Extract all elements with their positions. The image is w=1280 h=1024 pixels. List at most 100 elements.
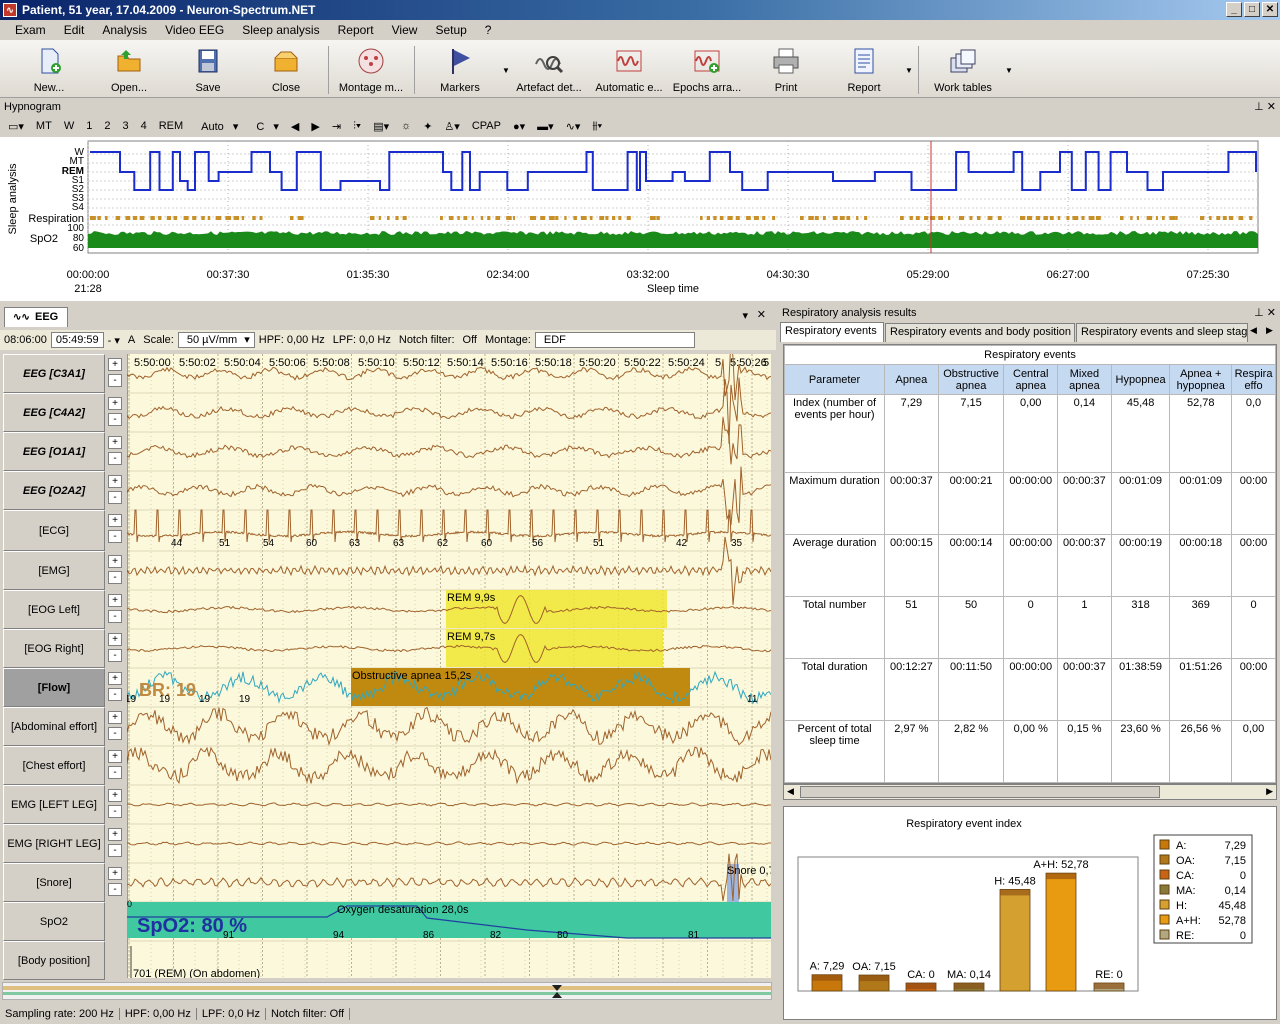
gain-decrease-button[interactable]: - (108, 452, 122, 465)
channel-label[interactable]: [EOG Right] (3, 629, 105, 668)
work-tables-dropdown[interactable]: ▼ (1005, 66, 1013, 75)
montage-select[interactable]: EDF (534, 332, 695, 348)
report-button[interactable]: Report (834, 44, 894, 94)
gain-increase-button[interactable]: + (108, 358, 122, 371)
gain-increase-button[interactable]: + (108, 789, 122, 802)
menu-video-eeg[interactable]: Video EEG (156, 23, 233, 37)
channel-label[interactable]: EEG [O2A2] (3, 471, 105, 510)
time-position-field[interactable]: 05:49:59 (50, 332, 104, 348)
gain-decrease-button[interactable]: - (108, 413, 122, 426)
markers-button[interactable]: Markers (428, 44, 492, 94)
wave-icon[interactable]: ∿▾ (566, 120, 581, 133)
menu-help[interactable]: ? (476, 23, 501, 37)
table-row[interactable]: Maximum duration 00:00:37 00:00:21 00:00:00… (784, 472, 1276, 535)
gain-increase-button[interactable]: + (108, 555, 122, 568)
gain-increase-button[interactable]: + (108, 711, 122, 724)
menu-analysis[interactable]: Analysis (93, 23, 156, 37)
table-row[interactable]: Total number 51 50 0 1 318 369 0 (784, 596, 1276, 659)
stage-button-3[interactable]: 3 (122, 120, 128, 132)
montage-button[interactable]: Montage m... (334, 44, 408, 94)
gain-increase-button[interactable]: + (108, 750, 122, 763)
hpf-value[interactable]: HPF: 0,00 Hz (255, 334, 329, 346)
eeg-tab-menu-icon[interactable]: ▾ (742, 309, 748, 322)
c-dropdown[interactable]: C ▾ (250, 120, 279, 133)
resp-pin-close-icon[interactable]: ⊥ ✕ (1254, 305, 1276, 321)
cpap-button[interactable]: CPAP (472, 120, 501, 132)
next-icon[interactable]: ▶ (311, 120, 319, 133)
stage-button-mt[interactable]: MT (36, 120, 52, 132)
close-window-button[interactable]: ✕ (1262, 2, 1278, 17)
open-button[interactable]: Open... (98, 44, 160, 94)
markers-dropdown[interactable]: ▼ (502, 66, 510, 75)
minimize-button[interactable]: _ (1226, 2, 1242, 17)
menu-edit[interactable]: Edit (55, 23, 94, 37)
bulb-icon[interactable]: ☼ (401, 120, 411, 132)
channel-label[interactable]: [EMG] (3, 551, 105, 590)
stage-button-2[interactable]: 2 (104, 120, 110, 132)
jump-icon[interactable]: ⇥ (332, 120, 341, 133)
table-row[interactable]: Average duration 00:00:15 00:00:14 00:00:00… (784, 534, 1276, 597)
menu-report[interactable]: Report (329, 23, 383, 37)
user-icon[interactable]: ♙▾ (444, 120, 459, 133)
record-navigator[interactable] (2, 982, 772, 1000)
stage-button-w[interactable]: W (64, 120, 74, 132)
gain-increase-button[interactable]: + (108, 514, 122, 527)
print-button[interactable]: Print (758, 44, 814, 94)
table-row[interactable]: Index (number of events per hour) 7,29 7,1… (784, 394, 1276, 473)
channel-label[interactable]: [Chest effort] (3, 746, 105, 785)
channel-label[interactable]: [Snore] (3, 863, 105, 902)
gain-increase-button[interactable]: + (108, 397, 122, 410)
gain-decrease-button[interactable]: - (108, 610, 122, 623)
table-row[interactable]: Total duration 00:12:27 00:11:50 00:00:00 00… (784, 658, 1276, 721)
gain-increase-button[interactable]: + (108, 475, 122, 488)
window-icon[interactable]: ▤▾ (373, 120, 389, 133)
close-button[interactable]: Close (258, 44, 314, 94)
new-button[interactable]: New... (18, 44, 80, 94)
bar-h[interactable] (999, 889, 1031, 992)
epochs-array-button[interactable]: Epochs arra... (670, 44, 744, 94)
automatic-epoch-button[interactable]: Automatic e... (592, 44, 666, 94)
scroll-thumb[interactable] (800, 786, 1160, 798)
artefact-button[interactable]: Artefact det... (512, 44, 586, 94)
report-dropdown[interactable]: ▼ (905, 66, 913, 75)
gain-increase-button[interactable]: + (108, 828, 122, 841)
view-mode-icon[interactable]: ▭▾ (8, 120, 24, 133)
gain-decrease-button[interactable]: - (108, 805, 122, 818)
channel-label[interactable]: [Abdominal effort] (3, 707, 105, 746)
color-icon[interactable]: ●▾ (513, 120, 525, 133)
tab-scroll-left-icon[interactable]: ◀ (1250, 325, 1257, 336)
work-tables-button[interactable]: Work tables (928, 44, 998, 94)
gain-increase-button[interactable]: + (108, 594, 122, 607)
channel-label[interactable]: [Flow] (3, 668, 105, 707)
channel-label[interactable]: EEG [C3A1] (3, 354, 105, 393)
tab-resp-sleep-stages[interactable]: Respiratory events and sleep stag (1076, 323, 1248, 342)
gain-decrease-button[interactable]: - (108, 688, 122, 701)
gain-increase-button[interactable]: + (108, 867, 122, 880)
signal-icon[interactable]: ⫶▾ (353, 120, 361, 133)
scroll-left-icon[interactable]: ◀ (787, 786, 794, 797)
channel-label[interactable]: [Body position] (3, 941, 105, 980)
tab-scroll-right-icon[interactable]: ▶ (1266, 325, 1273, 336)
menu-exam[interactable]: Exam (6, 23, 55, 37)
menu-sleep-analysis[interactable]: Sleep analysis (233, 23, 328, 37)
prev-icon[interactable]: ◀ (291, 120, 299, 133)
tab-respiratory-events[interactable]: Respiratory events (780, 322, 884, 342)
channel-label[interactable]: EMG [RIGHT LEG] (3, 824, 105, 863)
page-dropdown[interactable]: - ▾ (104, 334, 124, 347)
gain-decrease-button[interactable]: - (108, 530, 122, 543)
channel-label[interactable]: EEG [C4A2] (3, 393, 105, 432)
channel-label[interactable]: SpO2 (3, 902, 105, 941)
gain-increase-button[interactable]: + (108, 436, 122, 449)
channel-label[interactable]: EEG [O1A1] (3, 432, 105, 471)
stage-button-1[interactable]: 1 (86, 120, 92, 132)
gain-decrease-button[interactable]: - (108, 844, 122, 857)
panel-pin-close-icon[interactable]: ⊥ ✕ (1254, 99, 1276, 115)
filter-icon[interactable]: ⫵▾ (592, 120, 602, 133)
lpf-value[interactable]: LPF: 0,0 Hz (329, 334, 395, 346)
gain-decrease-button[interactable]: - (108, 883, 122, 896)
highlight-icon[interactable]: ▬▾ (537, 120, 554, 133)
menu-setup[interactable]: Setup (426, 23, 475, 37)
eeg-close-icon[interactable]: ✕ (757, 308, 766, 321)
gain-increase-button[interactable]: + (108, 672, 122, 685)
gain-decrease-button[interactable]: - (108, 491, 122, 504)
